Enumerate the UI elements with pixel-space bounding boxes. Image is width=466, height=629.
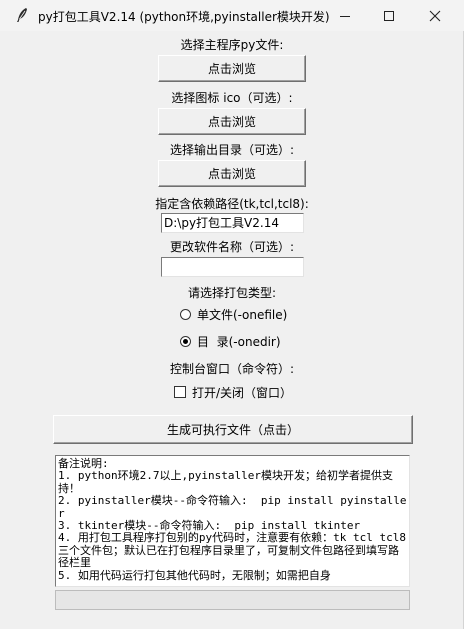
status-bar <box>55 590 410 610</box>
note-line: 2. pyinstaller模块--命令符输入: pip install pyi… <box>58 494 407 520</box>
radio-onefile-label: 单文件(-onefile) <box>197 307 288 322</box>
radio-onedir-label: 目 录(-onedir) <box>197 334 281 349</box>
rename-input[interactable] <box>161 257 304 277</box>
deps-path-label: 指定含依赖路径(tk,tcl,tcl8): <box>155 197 309 211</box>
close-icon <box>429 10 441 21</box>
note-line: 4. 用打包工具程序打包别的py代码时，注意要有依赖：tk tcl tcl8 三… <box>58 531 406 570</box>
main-file-label: 选择主程序py文件: <box>180 38 284 52</box>
app-window: py打包工具V2.14 (python环境,pyinstaller模块开发) 选… <box>0 0 464 629</box>
pack-type-label: 请选择打包类型: <box>187 286 277 300</box>
console-checkbox-label: 打开/关闭（窗口） <box>192 385 293 400</box>
browse-output-dir-button[interactable]: 点击浏览 <box>158 160 306 187</box>
console-toggle[interactable]: 打开/关闭（窗口） <box>174 383 292 401</box>
minimize-icon <box>340 15 350 17</box>
radio-onefile[interactable]: 单文件(-onefile) <box>180 305 287 323</box>
maximize-icon <box>384 10 394 21</box>
note-line: 5. 如用代码运行打包其他代码时，无限制；如需把自身 <box>58 568 331 582</box>
browse-icon-button[interactable]: 点击浏览 <box>158 108 306 135</box>
radio-button[interactable] <box>180 335 191 347</box>
radio-button[interactable] <box>180 308 191 320</box>
radio-onedir[interactable]: 目 录(-onedir) <box>180 332 281 350</box>
notes-textarea[interactable]: 备注说明: 1. python环境2.7以上,pyinstaller模块开发；给… <box>55 455 410 587</box>
note-line: 1. python环境2.7以上,pyinstaller模块开发；给初学者提供支… <box>58 469 393 495</box>
console-label: 控制台窗口（命令符）: <box>169 362 295 376</box>
rename-label: 更改软件名称（可选）: <box>169 240 295 254</box>
window-title: py打包工具V2.14 (python环境,pyinstaller模块开发) <box>38 10 330 24</box>
feather-icon <box>14 7 30 23</box>
maximize-button[interactable] <box>366 0 412 31</box>
console-checkbox[interactable] <box>174 386 186 398</box>
browse-main-file-button[interactable]: 点击浏览 <box>158 55 306 82</box>
output-dir-label: 选择输出目录（可选）: <box>169 143 295 157</box>
deps-path-input[interactable]: D:\py打包工具V2.14 <box>161 213 304 233</box>
title-bar[interactable]: py打包工具V2.14 (python环境,pyinstaller模块开发) <box>0 0 464 31</box>
generate-button[interactable]: 生成可执行文件（点击） <box>53 415 413 444</box>
icon-file-label: 选择图标 ico（可选）: <box>171 91 293 105</box>
close-button[interactable] <box>412 0 458 31</box>
minimize-button[interactable] <box>322 0 368 31</box>
